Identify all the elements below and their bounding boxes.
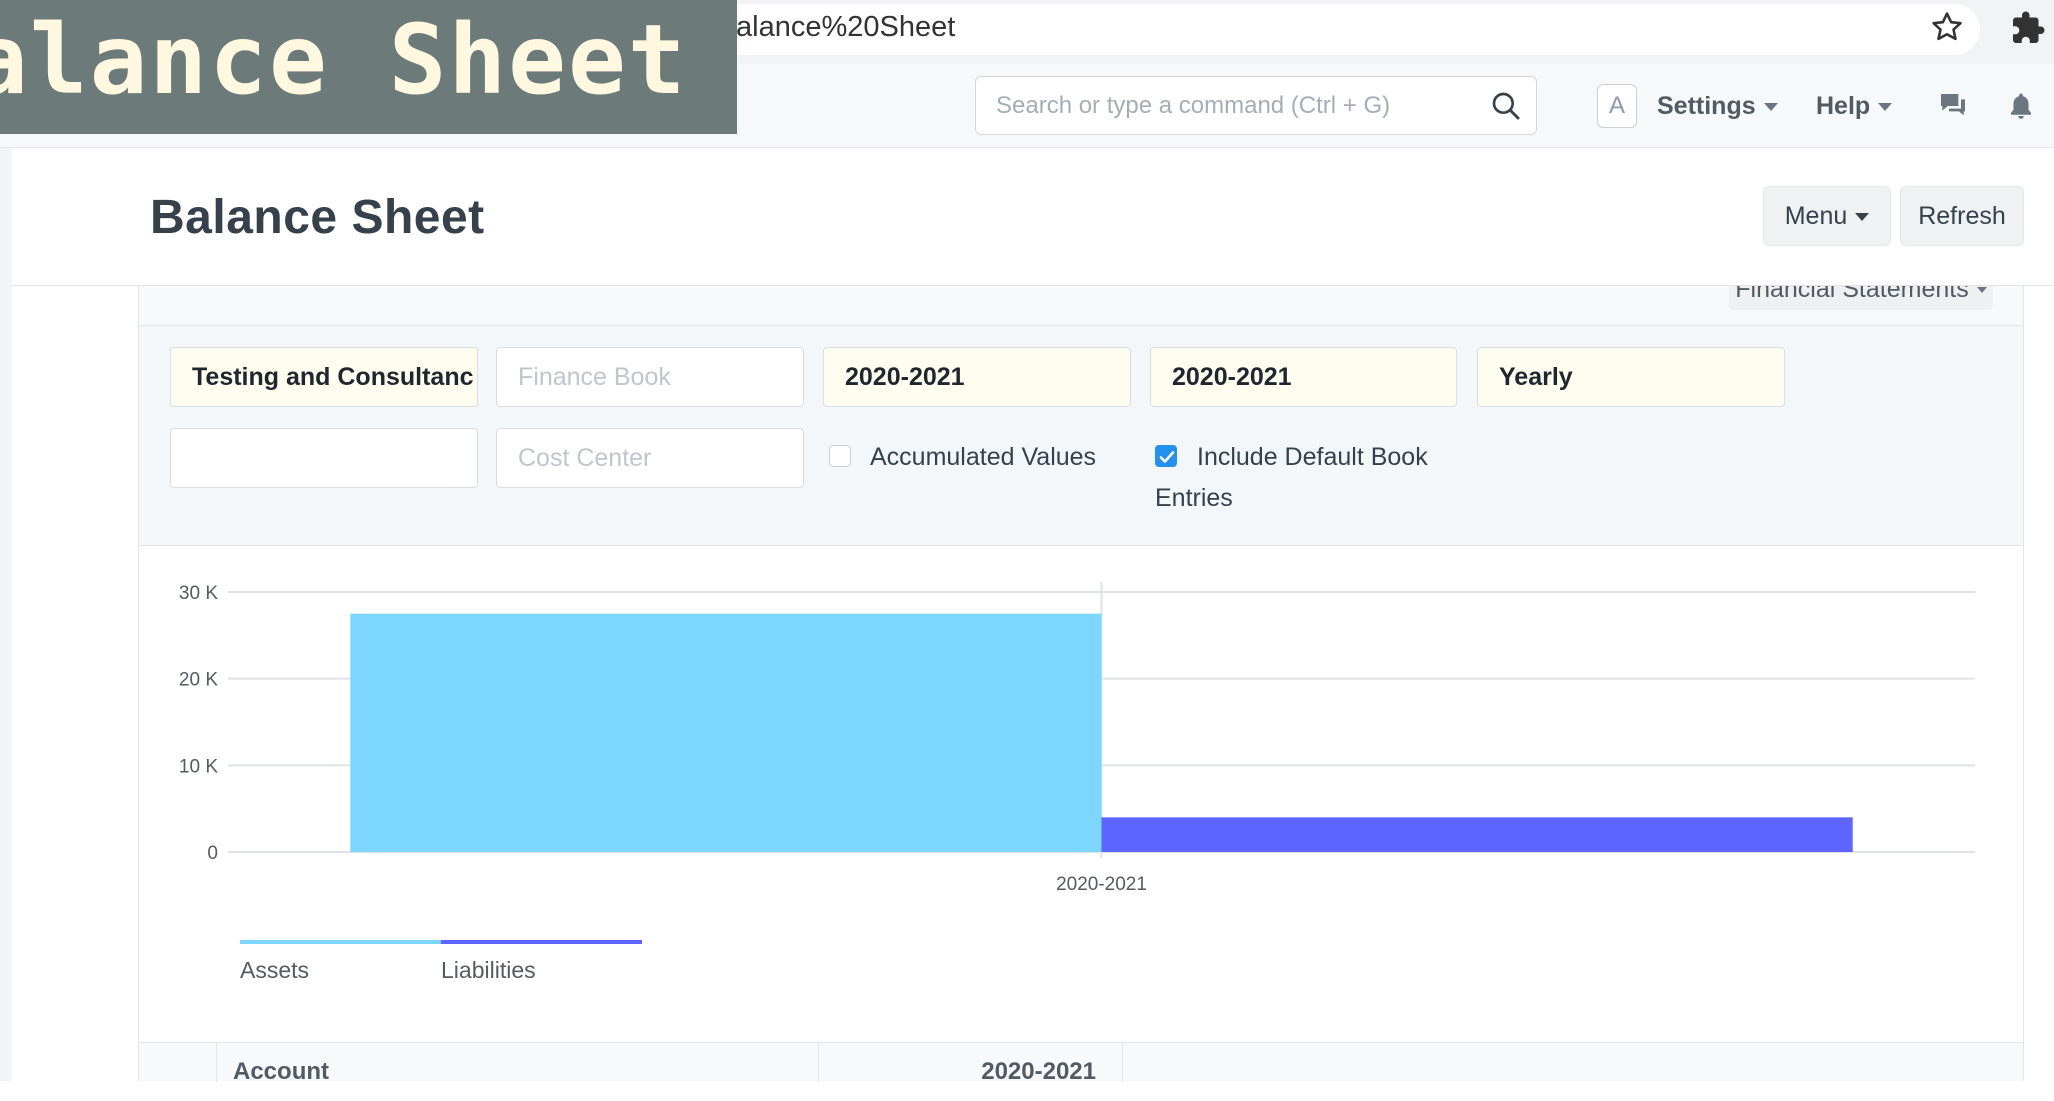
overlay-title-banner: alance Sheet: [0, 0, 737, 134]
accumulated-values-label: Accumulated Values: [870, 443, 1097, 471]
report-container: Financial Statements Testing and Consult…: [138, 286, 2024, 1085]
row-index-column: [139, 1043, 217, 1082]
include-default-book-label: Include Default Book: [1197, 443, 1428, 471]
address-bar-text[interactable]: alance%20Sheet: [736, 10, 955, 44]
y-tick-label: 20 K: [179, 670, 218, 691]
checkmark-icon: [1159, 451, 1175, 463]
filter-section: Testing and Consultanc Finance Book 2020…: [139, 326, 2023, 546]
financial-statements-dropdown[interactable]: Financial Statements: [1729, 286, 1993, 310]
chevron-down-icon: [1763, 103, 1778, 112]
from-fiscal-year-field[interactable]: 2020-2021: [823, 347, 1131, 407]
overlay-title-text: alance Sheet: [0, 4, 688, 116]
financial-statements-label: Financial Statements: [1735, 286, 1969, 303]
accumulated-values-checkbox[interactable]: [829, 445, 851, 467]
help-dropdown[interactable]: Help: [1816, 84, 1893, 128]
search-input[interactable]: [996, 89, 1476, 123]
include-default-book-label-line2: Entries: [1155, 484, 1233, 512]
chevron-down-icon: [1878, 103, 1893, 112]
y-tick-label: 10 K: [179, 756, 218, 777]
page-head: Balance Sheet Menu Refresh: [12, 148, 2054, 286]
avatar[interactable]: A: [1597, 84, 1637, 128]
settings-dropdown[interactable]: Settings: [1657, 84, 1778, 128]
notification-bell-icon[interactable]: [2006, 90, 2036, 122]
finance-book-field[interactable]: Finance Book: [496, 347, 804, 407]
help-label: Help: [1816, 92, 1871, 120]
company-field[interactable]: Testing and Consultanc: [170, 347, 478, 407]
search-icon[interactable]: [1490, 90, 1522, 122]
balance-sheet-chart: 0 10 K 20 K 30 K 2020-2021 Assets Liabilities: [139, 546, 2023, 1042]
chart-svg: 0 10 K 20 K 30 K 2020-2021 Assets Liabilities: [179, 582, 1975, 983]
include-default-book-checkbox[interactable]: [1155, 445, 1177, 467]
chat-icon[interactable]: [1936, 90, 1970, 122]
account-column-header[interactable]: Account: [217, 1043, 819, 1085]
page-title: Balance Sheet: [150, 191, 485, 244]
menu-button[interactable]: Menu: [1763, 186, 1891, 246]
chevron-down-icon: [1855, 213, 1870, 222]
legend-label: Assets: [240, 957, 309, 983]
settings-label: Settings: [1657, 92, 1756, 120]
x-tick-label: 2020-2021: [1056, 874, 1147, 895]
chevron-down-icon: [1976, 287, 1987, 294]
y-tick-label: 30 K: [179, 583, 218, 604]
menu-button-label: Menu: [1784, 202, 1848, 230]
report-table-header: Account 2020-2021: [139, 1042, 2023, 1085]
refresh-button[interactable]: Refresh: [1900, 186, 2024, 246]
cost-center-field[interactable]: Cost Center: [496, 428, 804, 488]
bookmark-star-icon[interactable]: [1930, 10, 1964, 44]
bar-liabilities: [1101, 817, 1853, 852]
sidebar-gutter: [0, 148, 12, 1081]
presentation-currency-field[interactable]: [170, 428, 478, 488]
bar-assets: [350, 613, 1102, 852]
y-tick-label: 0: [207, 843, 218, 864]
legend-label: Liabilities: [441, 957, 536, 983]
extensions-puzzle-icon[interactable]: [2010, 10, 2046, 46]
report-toolbar: Financial Statements: [139, 286, 2023, 326]
awesomebar[interactable]: [975, 76, 1537, 135]
periodicity-field[interactable]: Yearly: [1477, 347, 1785, 407]
period-column-header[interactable]: 2020-2021: [819, 1043, 1123, 1085]
to-fiscal-year-field[interactable]: 2020-2021: [1150, 347, 1457, 407]
